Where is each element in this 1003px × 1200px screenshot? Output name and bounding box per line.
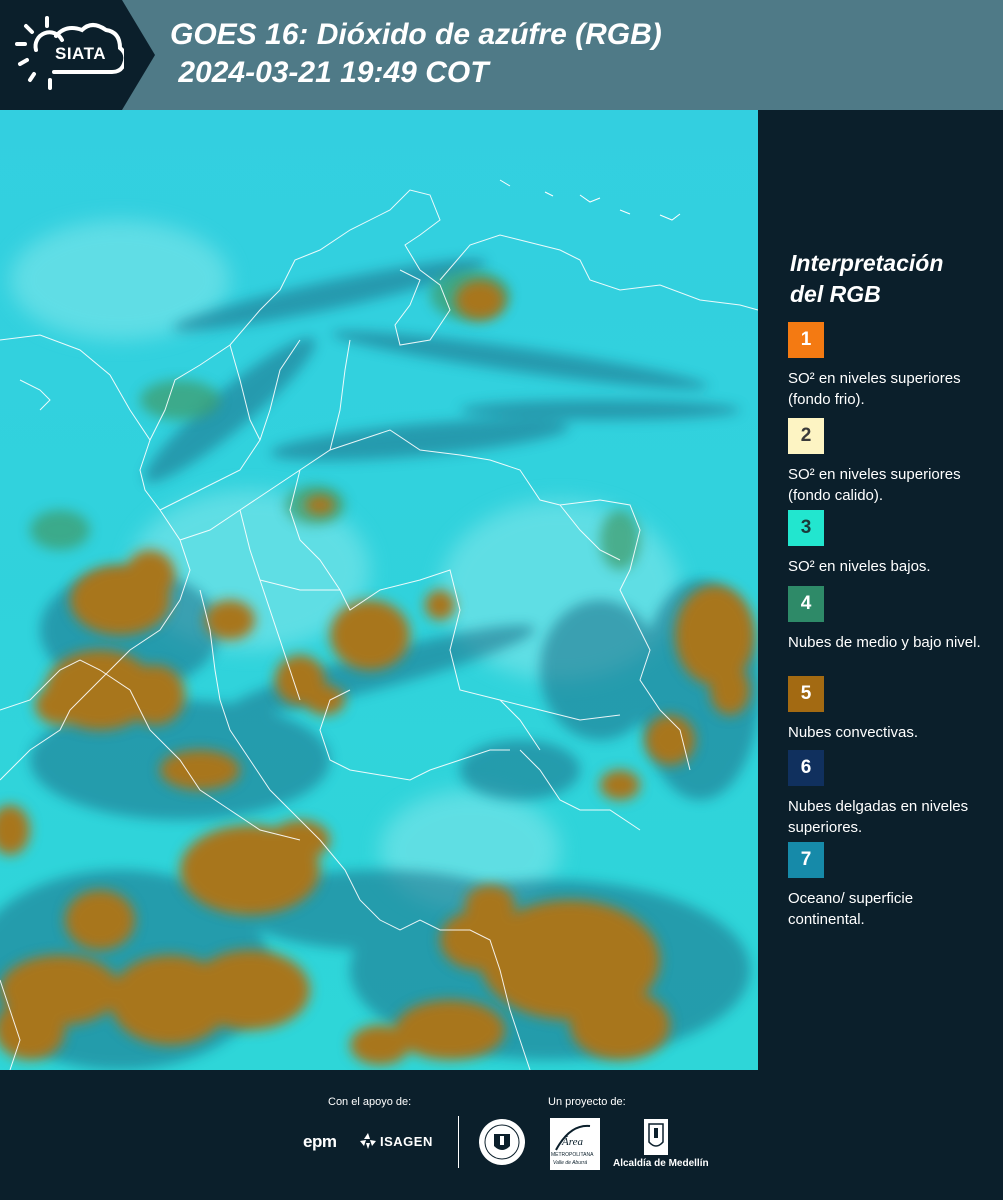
project-label: Un proyecto de: (548, 1096, 626, 1108)
legend-panel: Interpretación del RGB 1 SO² en niveles … (758, 110, 1003, 1070)
isagen-text: ISAGEN (380, 1134, 433, 1149)
legend-swatch-1: 1 (788, 322, 824, 358)
legend-number-5: 5 (800, 683, 812, 704)
area-metropolitana-logo[interactable]: Área METROPOLITANA Valle de Aburrá (550, 1118, 600, 1170)
legend-title: Interpretación del RGB (790, 248, 990, 310)
legend-item-1: 1 SO² en niveles superiores (fondo frio)… (788, 322, 993, 410)
legend-item-3: 3 SO² en niveles bajos. (788, 510, 993, 577)
legend-label-2: SO² en niveles superiores (fondo calido)… (788, 466, 961, 504)
legend-title-line1: Interpretación (790, 250, 944, 276)
legend-swatch-7: 7 (788, 842, 824, 878)
legend-item-7: 7 Oceano/ superficie continental. (788, 842, 993, 930)
legend-label-5: Nubes convectivas. (788, 724, 919, 741)
legend-item-4: 4 Nubes de medio y bajo nivel. (788, 586, 993, 653)
legend-label-7: Oceano/ superficie continental. (788, 890, 914, 928)
legend-label-6: Nubes delgadas en niveles superiores. (788, 798, 969, 836)
epm-logo[interactable]: epm (303, 1132, 337, 1152)
legend-swatch-3: 3 (788, 510, 824, 546)
satellite-rgb-image (0, 110, 758, 1070)
isagen-logo-icon (360, 1133, 376, 1149)
legend-number-6: 6 (800, 757, 812, 778)
siata-logo-text: SIATA (55, 44, 106, 63)
footer: Con el apoyo de: Un proyecto de: epm ISA… (0, 1070, 1003, 1200)
legend-title-line2: del RGB (790, 281, 881, 307)
legend-number-3: 3 (800, 517, 812, 538)
header-bar: SIATA GOES 16: Dióxido de azúfre (RGB) 2… (0, 0, 1003, 110)
medellin-seal[interactable] (478, 1118, 526, 1171)
area-text: Área (562, 1136, 583, 1148)
title-line-timestamp: 2024-03-21 19:49 COT (170, 56, 489, 89)
title-line-product: GOES 16: Dióxido de azúfre (RGB) (170, 18, 662, 51)
legend-swatch-4: 4 (788, 586, 824, 622)
legend-number-1: 1 (800, 329, 812, 350)
legend-label-1: SO² en niveles superiores (fondo frio). (788, 370, 961, 408)
legend-number-7: 7 (800, 849, 812, 870)
legend-number-2: 2 (800, 425, 812, 446)
support-label: Con el apoyo de: (328, 1096, 412, 1108)
legend-swatch-5: 5 (788, 676, 824, 712)
medellin-seal-icon (479, 1119, 525, 1165)
footer-divider (458, 1116, 459, 1168)
alcaldia-text: Alcaldía de Medellín (613, 1158, 709, 1169)
legend-swatch-2: 2 (788, 418, 824, 454)
legend-swatch-6: 6 (788, 750, 824, 786)
legend-item-2: 2 SO² en niveles superiores (fondo calid… (788, 418, 993, 506)
satellite-map[interactable] (0, 110, 758, 1070)
legend-label-4: Nubes de medio y bajo nivel. (788, 634, 981, 651)
legend-label-3: SO² en niveles bajos. (788, 558, 931, 575)
metropolitana-text: METROPOLITANA (551, 1152, 594, 1158)
page-title: GOES 16: Dióxido de azúfre (RGB) 2024-03… (170, 16, 662, 92)
legend-item-6: 6 Nubes delgadas en niveles superiores. (788, 750, 993, 838)
siata-logo[interactable]: SIATA (0, 0, 155, 110)
alcaldia-shield-icon (644, 1119, 668, 1155)
legend-item-5: 5 Nubes convectivas. (788, 676, 993, 743)
alcaldia-logo[interactable]: Alcaldía de Medellín (613, 1118, 709, 1170)
valle-text: Valle de Aburrá (553, 1160, 588, 1166)
legend-number-4: 4 (800, 593, 812, 614)
